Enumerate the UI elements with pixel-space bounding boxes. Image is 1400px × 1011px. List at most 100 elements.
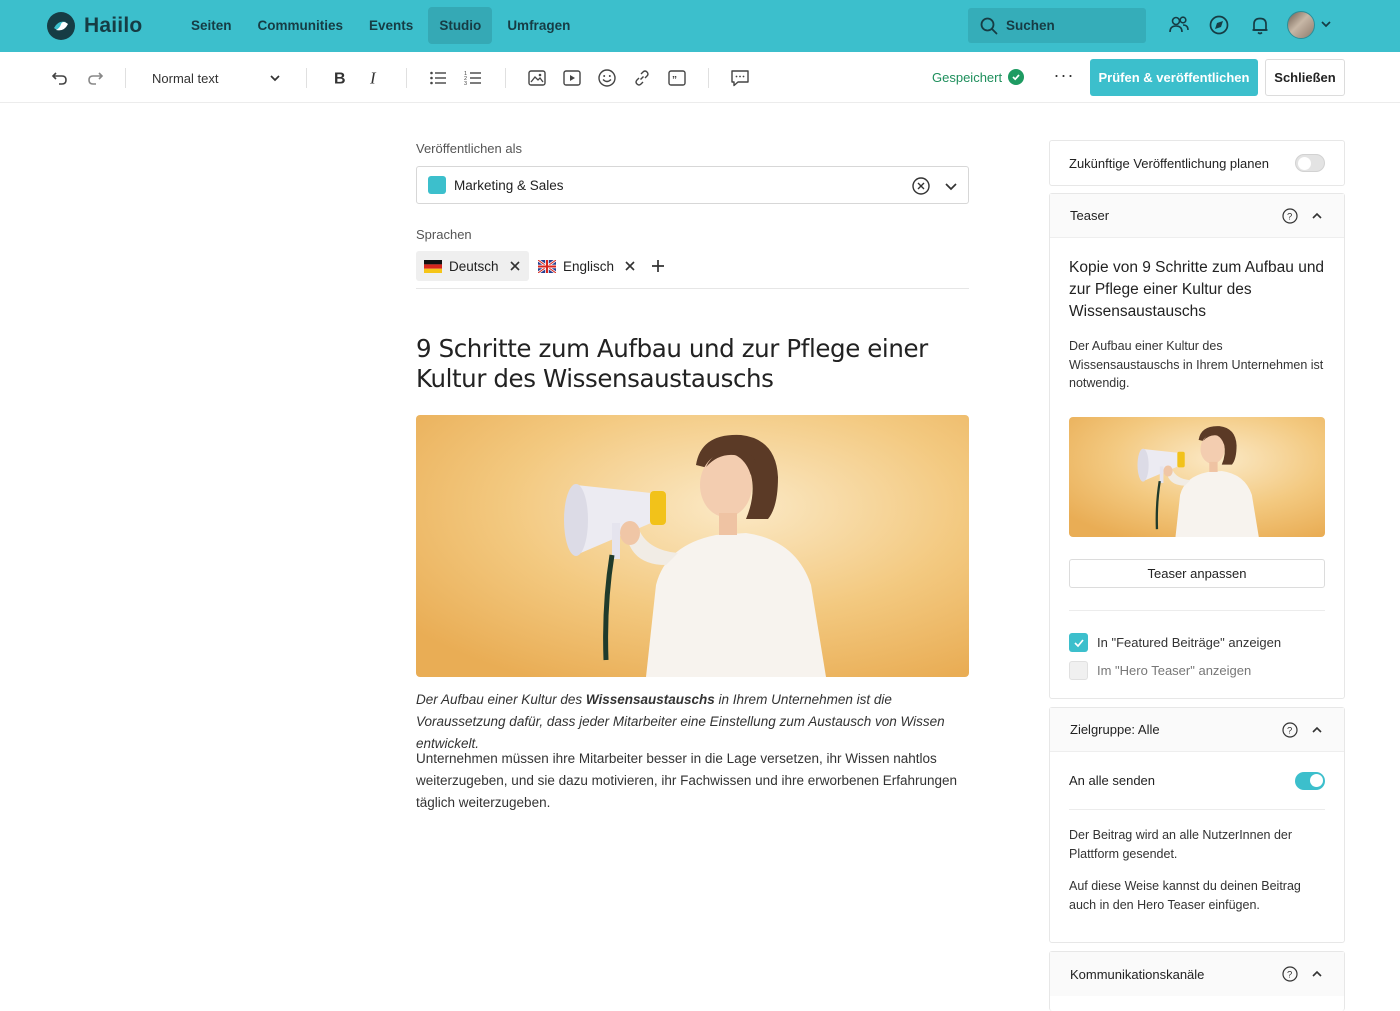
article-body[interactable]: Unternehmen müssen ihre Mitarbeiter bess… xyxy=(416,748,976,814)
teaser-card: Teaser ? Kopie von 9 Schritte zum Aufbau… xyxy=(1049,193,1345,699)
saved-status: Gespeichert xyxy=(932,69,1025,85)
featured-checkbox[interactable] xyxy=(1069,633,1088,652)
chevron-up-icon[interactable] xyxy=(1310,967,1324,981)
bold-icon[interactable]: B xyxy=(329,68,349,88)
teaser-image[interactable] xyxy=(1069,416,1325,537)
publish-as-select[interactable]: Marketing & Sales xyxy=(416,166,969,204)
schedule-label: Zukünftige Veröffentlichung planen xyxy=(1069,155,1269,171)
teaser-description: Der Aufbau einer Kultur des Wissensausta… xyxy=(1069,339,1324,390)
haiilo-logo[interactable]: Haiilo xyxy=(46,11,142,41)
hero-teaser-label: Im "Hero Teaser" anzeigen xyxy=(1097,663,1252,678)
send-all-row: An alle senden xyxy=(1069,752,1325,810)
publish-as-label: Veröffentlichen als xyxy=(416,141,522,156)
svg-text:”: ” xyxy=(672,75,677,86)
channels-header[interactable]: Kommunikationskanäle ? xyxy=(1050,952,1344,996)
article-caption[interactable]: Der Aufbau einer Kultur des Wissensausta… xyxy=(416,689,976,755)
close-icon[interactable] xyxy=(509,260,521,272)
article-headline[interactable]: 9 Schritte zum Aufbau und zur Pflege ein… xyxy=(416,334,976,394)
nav-item-communities[interactable]: Communities xyxy=(247,7,355,44)
audience-header-label: Zielgruppe: Alle xyxy=(1070,722,1160,737)
toolbar-divider xyxy=(505,68,506,88)
community-icon xyxy=(428,176,446,194)
editor-toolbar: Normal text B I 1 2 3 ” Gespeichert ··· … xyxy=(0,52,1400,103)
customize-teaser-button[interactable]: Teaser anpassen xyxy=(1069,558,1325,588)
chevron-down-icon[interactable] xyxy=(943,178,959,194)
language-label: Deutsch xyxy=(449,258,499,274)
chevron-down-icon xyxy=(270,75,280,82)
nav-item-studio[interactable]: Studio xyxy=(428,7,493,44)
more-options-button[interactable]: ··· xyxy=(1053,66,1075,88)
link-icon[interactable] xyxy=(632,68,652,88)
languages-label: Sprachen xyxy=(416,227,472,242)
language-label: Englisch xyxy=(563,258,615,274)
review-publish-button[interactable]: Prüfen & veröffentlichen xyxy=(1090,59,1258,96)
publish-as-value: Marketing & Sales xyxy=(454,177,564,193)
nav-item-seiten[interactable]: Seiten xyxy=(180,7,243,44)
close-button[interactable]: Schließen xyxy=(1265,59,1345,96)
image-icon[interactable] xyxy=(527,68,547,88)
chevron-up-icon[interactable] xyxy=(1310,209,1324,223)
undo-icon[interactable] xyxy=(50,68,70,88)
help-icon[interactable]: ? xyxy=(1282,721,1298,738)
check-circle-icon xyxy=(1008,69,1025,85)
italic-icon[interactable]: I xyxy=(365,68,385,88)
plus-icon[interactable] xyxy=(650,258,666,274)
chevron-down-icon[interactable] xyxy=(1320,18,1332,30)
video-icon[interactable] xyxy=(562,68,582,88)
article-hero-image[interactable] xyxy=(416,415,969,677)
toolbar-divider xyxy=(708,68,709,88)
send-all-toggle[interactable] xyxy=(1295,771,1325,790)
search-label: Suchen xyxy=(1006,18,1055,33)
audience-description: Der Beitrag wird an alle NutzerInnen der… xyxy=(1069,828,1293,861)
channels-header-label: Kommunikationskanäle xyxy=(1070,966,1205,982)
channels-card: Kommunikationskanäle ? xyxy=(1049,951,1345,1011)
language-tabs: Deutsch Englisch xyxy=(416,251,969,289)
search-icon xyxy=(980,17,998,34)
language-chip-deutsch[interactable]: Deutsch xyxy=(416,251,529,281)
teaser-header[interactable]: Teaser ? xyxy=(1050,194,1344,238)
saved-label: Gespeichert xyxy=(932,69,1003,85)
bell-icon[interactable] xyxy=(1249,14,1271,36)
compass-icon[interactable] xyxy=(1208,14,1230,36)
close-icon[interactable] xyxy=(624,260,636,272)
haiilo-logo-icon xyxy=(47,12,75,40)
help-icon[interactable]: ? xyxy=(1282,966,1298,982)
megaphone-woman-image xyxy=(1069,416,1325,537)
divider xyxy=(1069,609,1325,611)
nav-item-events[interactable]: Events xyxy=(358,7,424,44)
chevron-up-icon[interactable] xyxy=(1310,723,1324,737)
audience-header[interactable]: Zielgruppe: Alle ? xyxy=(1050,708,1344,752)
text-format-value: Normal text xyxy=(152,70,219,86)
caption-bold-text: Wissensaustauschs xyxy=(585,692,715,707)
svg-text:?: ? xyxy=(1287,725,1292,736)
svg-text:?: ? xyxy=(1287,970,1292,981)
quote-icon[interactable]: ” xyxy=(667,68,687,88)
caption-text-start: Der Aufbau einer Kultur des xyxy=(416,692,586,707)
redo-icon[interactable] xyxy=(85,68,105,88)
toolbar-divider xyxy=(306,68,307,88)
audience-body: An alle senden Der Beitrag wird an alle … xyxy=(1050,752,1344,914)
emoji-icon[interactable] xyxy=(597,68,617,88)
main-nav: Seiten Communities Events Studio Umfrage… xyxy=(180,7,581,44)
featured-label: In "Featured Beiträge" anzeigen xyxy=(1097,635,1282,650)
hero-teaser-checkbox[interactable] xyxy=(1069,661,1088,680)
featured-checkbox-row[interactable]: In "Featured Beiträge" anzeigen xyxy=(1069,633,1325,653)
avatar[interactable] xyxy=(1287,11,1315,39)
comment-icon[interactable] xyxy=(730,68,750,88)
people-icon[interactable] xyxy=(1168,14,1190,36)
german-flag-icon xyxy=(424,259,442,273)
language-chip-englisch[interactable]: Englisch xyxy=(530,251,644,281)
svg-text:?: ? xyxy=(1287,211,1292,222)
schedule-toggle[interactable] xyxy=(1295,154,1325,172)
svg-text:I: I xyxy=(369,69,377,88)
svg-text:3: 3 xyxy=(464,81,467,87)
help-icon[interactable]: ? xyxy=(1282,207,1298,224)
hero-teaser-checkbox-row[interactable]: Im "Hero Teaser" anzeigen xyxy=(1069,661,1325,681)
clear-icon[interactable] xyxy=(911,176,931,196)
search-field[interactable]: Suchen xyxy=(968,8,1146,43)
bullet-list-icon[interactable] xyxy=(428,68,448,88)
numbered-list-icon[interactable]: 1 2 3 xyxy=(463,68,483,88)
nav-item-umfragen[interactable]: Umfragen xyxy=(496,7,581,44)
teaser-title: Kopie von 9 Schritte zum Aufbau und zur … xyxy=(1069,259,1325,320)
text-format-select[interactable]: Normal text xyxy=(152,67,282,89)
